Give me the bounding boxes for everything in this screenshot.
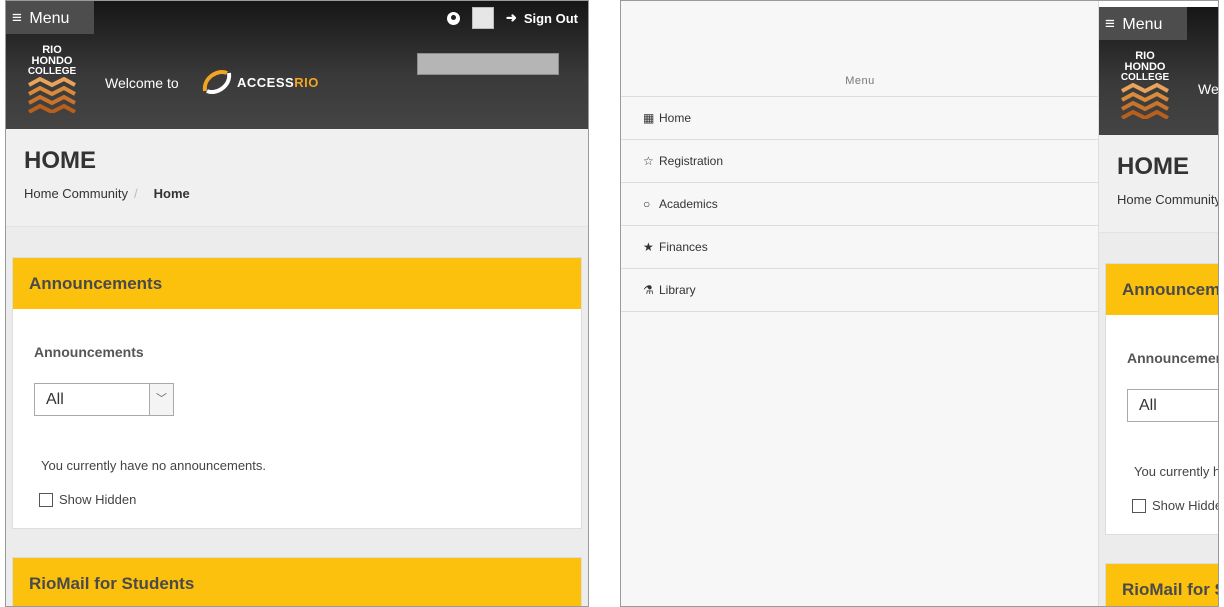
page-title: HOME (1117, 153, 1189, 180)
avatar[interactable] (471, 7, 494, 29)
announcements-panel: Announcements Announcements All ﹀ You cu… (12, 257, 582, 529)
riomail-panel: RioMail for Students (1105, 563, 1218, 606)
breadcrumb: Home Community / Home (24, 186, 190, 201)
circle-icon: ○ (643, 197, 651, 211)
show-hidden-option: Show Hidden (39, 492, 136, 507)
show-hidden-checkbox[interactable] (39, 492, 53, 507)
page-title-bar: HOME Home Community / Home (6, 129, 588, 227)
riomail-panel-header: RioMail for Students (1106, 564, 1218, 606)
drawer-item-home[interactable]: ▦ Home (621, 97, 1099, 140)
shifted-page-inner: ≡ Menu RIO HONDO COLLEGE Welcome to (1099, 7, 1219, 606)
menu-button-label: Menu (1122, 16, 1163, 33)
star-outline-icon: ☆ (643, 154, 654, 168)
page-title: HOME (24, 147, 96, 174)
chevron-down-icon: ﹀ (149, 384, 173, 415)
breadcrumb-home-community[interactable]: Home Community (1117, 192, 1218, 207)
announcements-filter-value: All (1139, 397, 1157, 414)
breadcrumb-current: Home (153, 186, 190, 201)
drawer-item-label: Finances (659, 240, 708, 254)
announcements-panel-header: Announcements (1106, 264, 1218, 315)
drawer-menu-list: ▦ Home ☆ Registration ○ Academics ★ Fina… (621, 96, 1099, 312)
drawer-item-label: Academics (659, 197, 718, 211)
logo-line-3: COLLEGE (27, 66, 77, 77)
no-announcements-message: You currently have no announcements. (41, 458, 267, 473)
hamburger-icon: ≡ (12, 8, 22, 27)
flask-icon: ⚗ (643, 283, 654, 297)
grid-icon: ▦ (643, 111, 655, 125)
content-area: Announcements Announcements All ﹀ You cu… (6, 227, 588, 606)
show-hidden-option: Show Hidden (1132, 498, 1218, 513)
waves-icon (1121, 82, 1169, 121)
brand-rio: RIO (294, 74, 319, 90)
star-half-icon: ★ (643, 240, 654, 254)
welcome-text: Welcome to (105, 75, 179, 91)
show-hidden-checkbox[interactable] (1132, 498, 1146, 513)
breadcrumb-separator: / (134, 186, 138, 201)
announcements-label: Announcements (1127, 350, 1218, 366)
drawer-item-label: Registration (659, 154, 724, 168)
brand-name: ACCESSRIO (237, 75, 319, 90)
breadcrumb-home-community[interactable]: Home Community (24, 186, 128, 201)
shifted-page-content: ≡ Menu RIO HONDO COLLEGE Welcome to (1099, 7, 1219, 606)
announcements-filter-select[interactable]: All ﹀ (34, 383, 174, 416)
show-hidden-label: Show Hidden (59, 492, 137, 507)
site-header: ≡ Menu RIO HONDO COLLEGE Welcome to (1099, 7, 1219, 135)
welcome-text: Welcome to (1198, 81, 1219, 97)
sign-out-label: Sign Out (523, 10, 578, 26)
logo-line-3: COLLEGE (1120, 72, 1170, 83)
accessrio-logo-icon (202, 70, 232, 94)
riomail-panel: RioMail for Students (12, 557, 582, 606)
announcements-filter-select[interactable]: All (1127, 389, 1218, 422)
sign-out-icon: ➜ (505, 10, 517, 25)
announcements-label: Announcements (34, 344, 144, 360)
menu-button-label: Menu (29, 10, 70, 27)
no-announcements-message: You currently have no announcements. (1134, 464, 1218, 479)
brand-access: ACCESS (237, 74, 295, 90)
drawer-item-finances[interactable]: ★ Finances (621, 226, 1099, 269)
right-screenshot-pane: Menu ▦ Home ☆ Registration ○ Academics ★… (620, 0, 1219, 607)
accessrio-brand: ACCESSRIO (201, 67, 319, 97)
sign-out-link[interactable]: ➜ Sign Out (506, 10, 578, 26)
hamburger-icon: ≡ (1105, 14, 1115, 33)
show-hidden-label: Show Hidden (1152, 498, 1218, 513)
site-header: ≡ Menu ➜ Sign Out RIO HONDO COLLEGE Welc… (6, 1, 588, 129)
drawer-item-label: Library (659, 283, 696, 297)
announcements-panel-header: Announcements (13, 258, 581, 309)
page-title-bar: HOME Home Community (1099, 135, 1218, 233)
menu-button[interactable]: ≡ Menu (1099, 7, 1187, 40)
user-toolbar: ➜ Sign Out (446, 7, 578, 29)
announcements-panel: Announcements Announcements All You curr… (1105, 263, 1218, 535)
left-screenshot-pane: ≡ Menu ➜ Sign Out RIO HONDO COLLEGE Welc… (5, 0, 589, 607)
drawer-item-library[interactable]: ⚗ Library (621, 269, 1099, 312)
content-area: Announcements Announcements All You curr… (1099, 233, 1218, 606)
riomail-panel-header: RioMail for Students (13, 558, 581, 606)
globe-icon[interactable] (446, 11, 460, 25)
menu-button[interactable]: ≡ Menu (6, 1, 94, 34)
drawer-item-academics[interactable]: ○ Academics (621, 183, 1099, 226)
breadcrumb: Home Community (1117, 192, 1218, 207)
college-logo: RIO HONDO COLLEGE (1117, 51, 1173, 127)
drawer-item-registration[interactable]: ☆ Registration (621, 140, 1099, 183)
waves-icon (28, 76, 76, 115)
college-logo: RIO HONDO COLLEGE (24, 45, 80, 121)
drawer-item-label: Home (659, 111, 692, 125)
nav-drawer: Menu ▦ Home ☆ Registration ○ Academics ★… (621, 1, 1099, 606)
announcements-filter-value: All (46, 391, 64, 408)
search-box[interactable] (417, 53, 559, 75)
drawer-title: Menu (845, 75, 875, 87)
